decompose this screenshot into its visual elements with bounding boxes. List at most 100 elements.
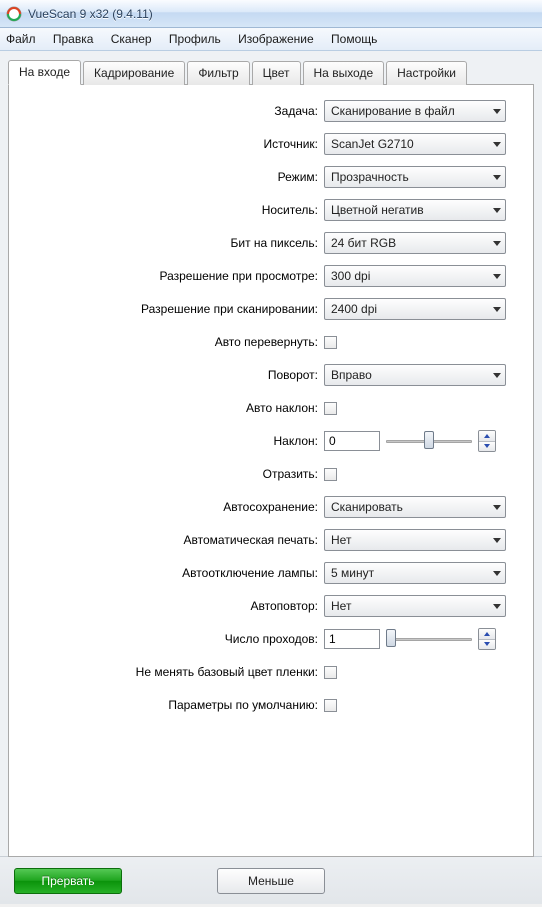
dropdown-autorepeat-value: Нет: [331, 599, 351, 613]
dropdown-source[interactable]: ScanJet G2710: [324, 133, 506, 155]
triangle-up-icon: [484, 434, 490, 438]
dropdown-autoprint-value: Нет: [331, 533, 351, 547]
label-auto-skew: Авто наклон:: [21, 401, 324, 415]
app-icon: [6, 6, 22, 22]
chevron-down-icon: [493, 604, 501, 609]
checkbox-mirror[interactable]: [324, 468, 337, 481]
dropdown-autosave-value: Сканировать: [331, 500, 403, 514]
menubar: Файл Правка Сканер Профиль Изображение П…: [0, 28, 542, 51]
tab-crop[interactable]: Кадрирование: [83, 61, 185, 85]
dropdown-task[interactable]: Сканирование в файл: [324, 100, 506, 122]
label-preview-res: Разрешение при просмотре:: [21, 269, 324, 283]
tab-input[interactable]: На входе: [8, 60, 81, 85]
chevron-down-icon: [493, 505, 501, 510]
dropdown-autosave[interactable]: Сканировать: [324, 496, 506, 518]
chevron-down-icon: [493, 175, 501, 180]
triangle-up-icon: [484, 632, 490, 636]
checkbox-auto-flip[interactable]: [324, 336, 337, 349]
label-rotate: Поворот:: [21, 368, 324, 382]
triangle-down-icon: [484, 642, 490, 646]
checkbox-auto-skew[interactable]: [324, 402, 337, 415]
spinner-down[interactable]: [479, 442, 495, 452]
checkbox-keep-base[interactable]: [324, 666, 337, 679]
dropdown-task-value: Сканирование в файл: [331, 104, 455, 118]
dropdown-bits[interactable]: 24 бит RGB: [324, 232, 506, 254]
slider-thumb[interactable]: [386, 629, 396, 647]
window-title: VueScan 9 x32 (9.4.11): [28, 7, 153, 21]
dropdown-mode-value: Прозрачность: [331, 170, 409, 184]
chevron-down-icon: [493, 241, 501, 246]
chevron-down-icon: [493, 208, 501, 213]
dropdown-media[interactable]: Цветной негатив: [324, 199, 506, 221]
dropdown-media-value: Цветной негатив: [331, 203, 424, 217]
label-scan-res: Разрешение при сканировании:: [21, 302, 324, 316]
tab-prefs[interactable]: Настройки: [386, 61, 467, 85]
menu-scanner[interactable]: Сканер: [111, 32, 152, 46]
tabstrip: На входе Кадрирование Фильтр Цвет На вых…: [8, 59, 534, 84]
label-passes: Число проходов:: [21, 632, 324, 646]
label-mirror: Отразить:: [21, 467, 324, 481]
label-auto-flip: Авто перевернуть:: [21, 335, 324, 349]
menu-file[interactable]: Файл: [6, 32, 36, 46]
spinner-up[interactable]: [479, 431, 495, 442]
dropdown-bits-value: 24 бит RGB: [331, 236, 396, 250]
dropdown-preview-res-value: 300 dpi: [331, 269, 370, 283]
dropdown-source-value: ScanJet G2710: [331, 137, 414, 151]
dropdown-autoprint[interactable]: Нет: [324, 529, 506, 551]
dropdown-preview-res[interactable]: 300 dpi: [324, 265, 506, 287]
dropdown-scan-res-value: 2400 dpi: [331, 302, 377, 316]
tab-color[interactable]: Цвет: [252, 61, 301, 85]
titlebar: VueScan 9 x32 (9.4.11): [0, 0, 542, 28]
label-defaults: Параметры по умолчанию:: [21, 698, 324, 712]
slider-passes[interactable]: [386, 629, 472, 649]
dropdown-scan-res[interactable]: 2400 dpi: [324, 298, 506, 320]
checkbox-defaults[interactable]: [324, 699, 337, 712]
label-mode: Режим:: [21, 170, 324, 184]
menu-image[interactable]: Изображение: [238, 32, 314, 46]
dropdown-mode[interactable]: Прозрачность: [324, 166, 506, 188]
chevron-down-icon: [493, 274, 501, 279]
chevron-down-icon: [493, 307, 501, 312]
dropdown-lamp-off[interactable]: 5 минут: [324, 562, 506, 584]
chevron-down-icon: [493, 142, 501, 147]
label-lamp-off: Автоотключение лампы:: [21, 566, 324, 580]
input-panel: Задача: Сканирование в файл Источник: Sc…: [8, 84, 534, 857]
spinner-skew[interactable]: [478, 430, 496, 452]
chevron-down-icon: [493, 109, 501, 114]
label-autorepeat: Автоповтор:: [21, 599, 324, 613]
less-button-label: Меньше: [248, 874, 294, 888]
label-autoprint: Автоматическая печать:: [21, 533, 324, 547]
slider-thumb[interactable]: [424, 431, 434, 449]
abort-button-label: Прервать: [41, 874, 94, 888]
label-task: Задача:: [21, 104, 324, 118]
bottombar: Прервать Меньше: [0, 856, 542, 904]
chevron-down-icon: [493, 538, 501, 543]
dropdown-autorepeat[interactable]: Нет: [324, 595, 506, 617]
tab-output[interactable]: На выходе: [303, 61, 385, 85]
dropdown-lamp-off-value: 5 минут: [331, 566, 374, 580]
label-bits: Бит на пиксель:: [21, 236, 324, 250]
workarea: На входе Кадрирование Фильтр Цвет На вых…: [0, 51, 542, 856]
menu-edit[interactable]: Правка: [53, 32, 94, 46]
dropdown-rotate-value: Вправо: [331, 368, 372, 382]
triangle-down-icon: [484, 444, 490, 448]
dropdown-rotate[interactable]: Вправо: [324, 364, 506, 386]
label-skew: Наклон:: [21, 434, 324, 448]
chevron-down-icon: [493, 571, 501, 576]
label-keep-base: Не менять базовый цвет пленки:: [21, 665, 324, 679]
label-source: Источник:: [21, 137, 324, 151]
abort-button[interactable]: Прервать: [14, 868, 122, 894]
menu-profile[interactable]: Профиль: [169, 32, 221, 46]
tab-filter[interactable]: Фильтр: [187, 61, 249, 85]
spinner-down[interactable]: [479, 640, 495, 650]
menu-help[interactable]: Помощь: [331, 32, 377, 46]
less-button[interactable]: Меньше: [217, 868, 325, 894]
slider-skew[interactable]: [386, 431, 472, 451]
slider-track: [386, 638, 472, 641]
label-media: Носитель:: [21, 203, 324, 217]
spinner-up[interactable]: [479, 629, 495, 640]
input-skew[interactable]: [324, 431, 380, 451]
input-passes[interactable]: [324, 629, 380, 649]
spinner-passes[interactable]: [478, 628, 496, 650]
label-autosave: Автосохранение:: [21, 500, 324, 514]
